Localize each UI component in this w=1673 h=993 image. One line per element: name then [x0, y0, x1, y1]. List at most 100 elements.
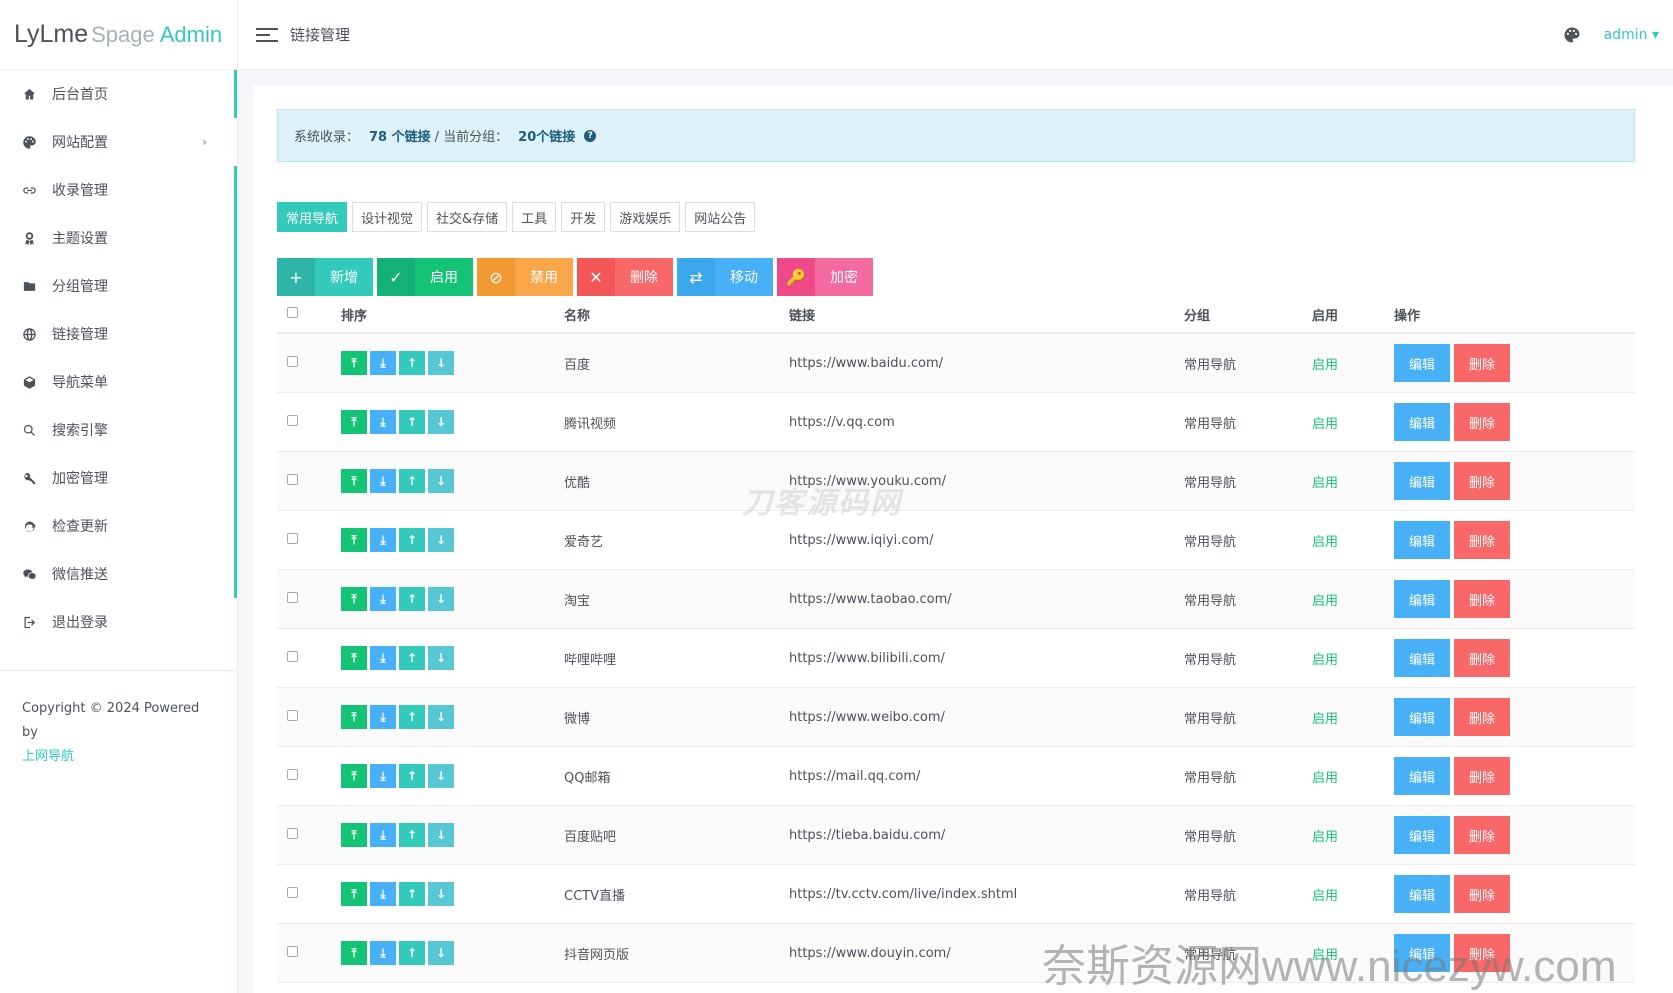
- cell-status[interactable]: 启用: [1312, 885, 1394, 904]
- edit-button[interactable]: 编辑: [1394, 344, 1450, 382]
- encrypt-button[interactable]: 🔑 加密: [777, 258, 873, 296]
- disable-button[interactable]: ⊘ 禁用: [477, 258, 573, 296]
- sidebar-item-6[interactable]: 导航菜单: [0, 358, 237, 406]
- move-bottom-icon[interactable]: ⤓: [370, 941, 396, 965]
- sidebar-item-10[interactable]: 微信推送: [0, 550, 237, 598]
- row-delete-button[interactable]: 删除: [1454, 403, 1510, 441]
- edit-button[interactable]: 编辑: [1394, 580, 1450, 618]
- row-checkbox[interactable]: [287, 591, 298, 603]
- move-top-icon[interactable]: ⤒: [341, 646, 367, 670]
- move-bottom-icon[interactable]: ⤓: [370, 469, 396, 493]
- move-up-icon[interactable]: ↑: [399, 646, 425, 670]
- tab-5[interactable]: 游戏娱乐: [610, 202, 681, 232]
- move-top-icon[interactable]: ⤒: [341, 351, 367, 375]
- sidebar-item-7[interactable]: 搜索引擎: [0, 406, 237, 454]
- move-up-icon[interactable]: ↑: [399, 764, 425, 788]
- row-checkbox[interactable]: [287, 355, 298, 367]
- move-up-icon[interactable]: ↑: [399, 528, 425, 552]
- row-delete-button[interactable]: 删除: [1454, 462, 1510, 500]
- sidebar-item-5[interactable]: 链接管理: [0, 310, 237, 358]
- move-down-icon[interactable]: ↓: [428, 941, 454, 965]
- sidebar-item-0[interactable]: 后台首页: [0, 70, 237, 118]
- move-up-icon[interactable]: ↑: [399, 469, 425, 493]
- row-checkbox[interactable]: [287, 414, 298, 426]
- move-down-icon[interactable]: ↓: [428, 823, 454, 847]
- move-bottom-icon[interactable]: ⤓: [370, 646, 396, 670]
- tab-4[interactable]: 开发: [561, 202, 606, 232]
- cell-status[interactable]: 启用: [1312, 531, 1394, 550]
- palette-icon[interactable]: [1563, 26, 1581, 48]
- row-checkbox[interactable]: [287, 473, 298, 485]
- row-checkbox[interactable]: [287, 532, 298, 544]
- move-top-icon[interactable]: ⤒: [341, 764, 367, 788]
- move-button[interactable]: ⇄ 移动: [677, 258, 773, 296]
- row-checkbox[interactable]: [287, 886, 298, 898]
- tab-0[interactable]: 常用导航: [277, 202, 348, 232]
- sidebar-item-11[interactable]: 退出登录: [0, 598, 237, 646]
- help-icon[interactable]: ?: [584, 129, 597, 142]
- menu-toggle-icon[interactable]: [256, 27, 278, 42]
- sidebar-item-4[interactable]: 分组管理: [0, 262, 237, 310]
- move-down-icon[interactable]: ↓: [428, 587, 454, 611]
- move-top-icon[interactable]: ⤒: [341, 705, 367, 729]
- cell-status[interactable]: 启用: [1312, 590, 1394, 609]
- move-up-icon[interactable]: ↑: [399, 823, 425, 847]
- sidebar-item-9[interactable]: 检查更新: [0, 502, 237, 550]
- row-checkbox[interactable]: [287, 768, 298, 780]
- row-delete-button[interactable]: 删除: [1454, 580, 1510, 618]
- move-down-icon[interactable]: ↓: [428, 410, 454, 434]
- move-up-icon[interactable]: ↑: [399, 941, 425, 965]
- row-delete-button[interactable]: 删除: [1454, 816, 1510, 854]
- row-delete-button[interactable]: 删除: [1454, 521, 1510, 559]
- row-checkbox[interactable]: [287, 827, 298, 839]
- row-checkbox[interactable]: [287, 650, 298, 662]
- move-bottom-icon[interactable]: ⤓: [370, 351, 396, 375]
- sidebar-item-2[interactable]: 收录管理: [0, 166, 237, 214]
- move-bottom-icon[interactable]: ⤓: [370, 705, 396, 729]
- copyright-link[interactable]: 上网导航: [22, 749, 74, 764]
- edit-button[interactable]: 编辑: [1394, 521, 1450, 559]
- move-down-icon[interactable]: ↓: [428, 351, 454, 375]
- cell-status[interactable]: 启用: [1312, 826, 1394, 845]
- edit-button[interactable]: 编辑: [1394, 757, 1450, 795]
- move-top-icon[interactable]: ⤒: [341, 410, 367, 434]
- tab-1[interactable]: 设计视觉: [352, 202, 423, 232]
- edit-button[interactable]: 编辑: [1394, 403, 1450, 441]
- move-bottom-icon[interactable]: ⤓: [370, 410, 396, 434]
- edit-button[interactable]: 编辑: [1394, 698, 1450, 736]
- move-up-icon[interactable]: ↑: [399, 705, 425, 729]
- sidebar-item-1[interactable]: 网站配置 ›: [0, 118, 237, 166]
- edit-button[interactable]: 编辑: [1394, 816, 1450, 854]
- sidebar-item-3[interactable]: 主题设置: [0, 214, 237, 262]
- move-top-icon[interactable]: ⤒: [341, 882, 367, 906]
- move-up-icon[interactable]: ↑: [399, 351, 425, 375]
- cell-status[interactable]: 启用: [1312, 472, 1394, 491]
- select-all-checkbox[interactable]: [287, 306, 298, 318]
- delete-button[interactable]: ✕ 删除: [577, 258, 673, 296]
- sidebar-item-8[interactable]: 加密管理: [0, 454, 237, 502]
- row-delete-button[interactable]: 删除: [1454, 639, 1510, 677]
- move-bottom-icon[interactable]: ⤓: [370, 823, 396, 847]
- move-down-icon[interactable]: ↓: [428, 469, 454, 493]
- row-checkbox[interactable]: [287, 709, 298, 721]
- move-bottom-icon[interactable]: ⤓: [370, 882, 396, 906]
- cell-status[interactable]: 启用: [1312, 708, 1394, 727]
- tab-3[interactable]: 工具: [512, 202, 557, 232]
- edit-button[interactable]: 编辑: [1394, 875, 1450, 913]
- row-delete-button[interactable]: 删除: [1454, 344, 1510, 382]
- row-delete-button[interactable]: 删除: [1454, 757, 1510, 795]
- row-delete-button[interactable]: 删除: [1454, 698, 1510, 736]
- move-down-icon[interactable]: ↓: [428, 528, 454, 552]
- move-down-icon[interactable]: ↓: [428, 764, 454, 788]
- tab-6[interactable]: 网站公告: [685, 202, 756, 232]
- move-up-icon[interactable]: ↑: [399, 410, 425, 434]
- move-top-icon[interactable]: ⤒: [341, 941, 367, 965]
- move-top-icon[interactable]: ⤒: [341, 823, 367, 847]
- move-top-icon[interactable]: ⤒: [341, 587, 367, 611]
- enable-button[interactable]: ✓ 启用: [377, 258, 473, 296]
- tab-2[interactable]: 社交&存储: [427, 202, 508, 232]
- logo[interactable]: LyLme Spage Admin: [0, 0, 237, 70]
- move-top-icon[interactable]: ⤒: [341, 528, 367, 552]
- move-down-icon[interactable]: ↓: [428, 646, 454, 670]
- edit-button[interactable]: 编辑: [1394, 462, 1450, 500]
